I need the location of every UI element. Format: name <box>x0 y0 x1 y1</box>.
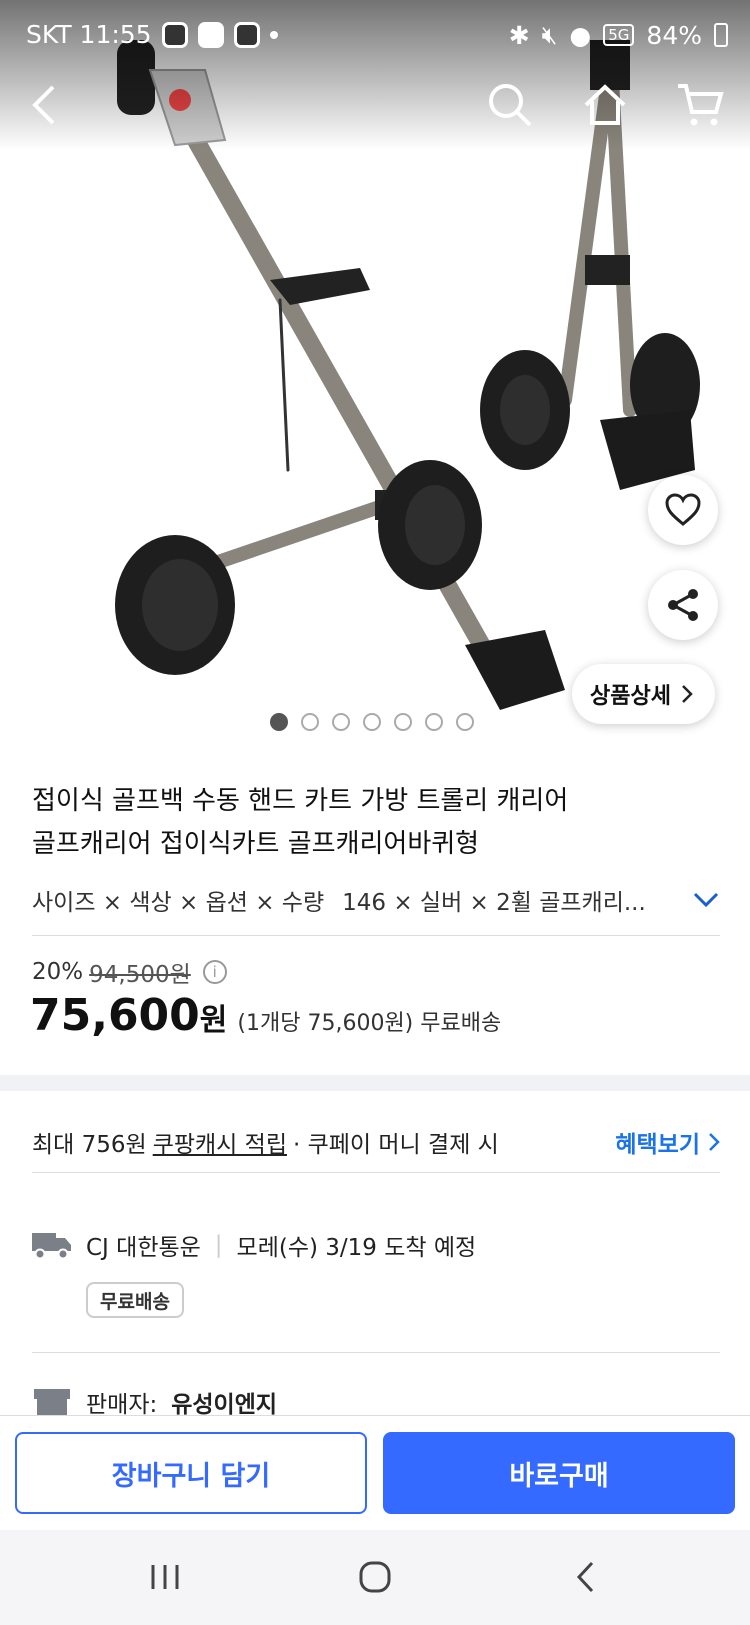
battery-icon <box>714 23 728 47</box>
home-button[interactable] <box>570 70 640 140</box>
more-notifications-icon <box>269 30 278 39</box>
shipping-row: CJ 대한통운 | 모레(수) 3/19 도착 예정 <box>32 1228 476 1262</box>
app-notification-icon <box>161 21 188 48</box>
cart-button[interactable] <box>665 70 735 140</box>
shopping-bag-icon <box>197 21 224 48</box>
carrier-time: SKT 11:55 <box>26 20 152 49</box>
home-system-button[interactable] <box>345 1552 405 1602</box>
system-navigation-bar <box>0 1530 750 1625</box>
gallery-dot[interactable] <box>332 713 350 731</box>
currency-unit: 원 <box>199 1003 228 1038</box>
cash-suffix: · 쿠페이 머니 결제 시 <box>292 1132 499 1158</box>
bluetooth-icon: ✱ <box>508 20 530 50</box>
seller-row[interactable]: 판매자: 유성이엔지 <box>32 1385 277 1419</box>
recent-apps-icon <box>151 1565 179 1589</box>
mute-icon: 🔇︎ <box>541 20 558 49</box>
gallery-dot[interactable] <box>394 713 412 731</box>
current-price: 75,600 <box>30 990 200 1041</box>
battery-level: 84% <box>646 20 702 50</box>
info-icon[interactable]: i <box>202 960 227 984</box>
car-notification-icon <box>233 21 260 48</box>
share-button[interactable] <box>648 570 718 640</box>
add-to-cart-button[interactable]: 장바구니 담기 <box>15 1432 367 1514</box>
gallery-dot[interactable] <box>456 713 474 731</box>
back-chevron-icon <box>576 1561 594 1593</box>
view-benefits-label: 혜택보기 <box>615 1132 700 1158</box>
gallery-pagination[interactable] <box>270 713 474 731</box>
location-icon: ● <box>569 20 592 50</box>
store-icon <box>34 1389 70 1417</box>
purchase-action-bar: 장바구니 담기 바로구매 <box>0 1415 750 1530</box>
cart-icon <box>678 84 724 126</box>
back-system-button[interactable] <box>555 1552 615 1602</box>
view-benefits-button[interactable]: 혜택보기 <box>615 1125 720 1159</box>
chevron-right-icon <box>682 685 693 703</box>
product-title-line1: 접이식 골프백 수동 핸드 카트 가방 트롤리 캐리어 <box>32 786 569 816</box>
free-shipping-badge: 무료배송 <box>86 1282 184 1318</box>
cash-prefix: 최대 756원 <box>32 1132 147 1158</box>
gallery-dot[interactable] <box>425 713 443 731</box>
option-value: 146 × 실버 × 2휠 골프캐리... <box>342 890 646 916</box>
unit-price-shipping: (1개당 75,600원) 무료배송 <box>237 1011 502 1036</box>
discount-rate: 20% <box>32 959 84 985</box>
truck-icon <box>32 1233 71 1259</box>
section-separator <box>0 1075 750 1091</box>
divider <box>32 1172 720 1173</box>
product-detail-button[interactable]: 상품상세 <box>572 664 715 724</box>
heart-icon <box>665 493 701 526</box>
home-icon <box>584 84 626 125</box>
option-label: 사이즈 × 색상 × 옵션 × 수량 <box>32 890 325 916</box>
gallery-dot[interactable] <box>301 713 319 731</box>
original-price: 94,500원 <box>89 962 191 988</box>
separator: | <box>214 1232 223 1258</box>
status-bar: SKT 11:55 ✱ 🔇︎ ● 5G 84% <box>0 0 750 70</box>
back-button[interactable] <box>10 70 80 140</box>
back-arrow-icon <box>32 85 55 125</box>
chevron-down-icon <box>693 892 719 908</box>
gallery-dot[interactable] <box>270 713 288 731</box>
top-navigation <box>0 70 750 150</box>
current-price-row: 75,600 원 (1개당 75,600원) 무료배송 <box>30 990 501 1041</box>
buy-now-button[interactable]: 바로구매 <box>383 1432 735 1514</box>
seller-label: 판매자: <box>86 1392 158 1418</box>
original-price-row: 20% 94,500원 i <box>32 955 227 989</box>
search-button[interactable] <box>475 70 545 140</box>
product-title-line2: 골프캐리어 접이식카트 골프캐리어바퀴형 <box>32 829 480 859</box>
share-icon <box>668 589 698 621</box>
product-title: 접이식 골프백 수동 핸드 카트 가방 트롤리 캐리어 골프캐리어 접이식카트 … <box>32 780 722 866</box>
option-selector[interactable]: 사이즈 × 색상 × 옵션 × 수량 146 × 실버 × 2휠 골프캐리... <box>32 880 720 920</box>
product-detail-label: 상품상세 <box>590 684 671 709</box>
divider <box>32 1352 720 1353</box>
search-icon <box>489 84 532 127</box>
delivery-eta: 모레(수) 3/19 도착 예정 <box>236 1235 477 1261</box>
shipping-carrier: CJ 대한통운 <box>86 1235 201 1261</box>
coupang-cash-link[interactable]: 쿠팡캐시 적립 <box>153 1125 287 1159</box>
recent-apps-button[interactable] <box>135 1552 195 1602</box>
network-type: 5G <box>603 24 635 46</box>
divider <box>32 935 720 936</box>
chevron-right-icon <box>709 1133 720 1151</box>
cash-reward-row: 최대 756원 쿠팡캐시 적립 · 쿠페이 머니 결제 시 혜택보기 <box>32 1125 720 1159</box>
wishlist-button[interactable] <box>648 475 718 545</box>
gallery-dot[interactable] <box>363 713 381 731</box>
home-circle-icon <box>359 1561 391 1593</box>
seller-name[interactable]: 유성이엔지 <box>171 1385 277 1419</box>
